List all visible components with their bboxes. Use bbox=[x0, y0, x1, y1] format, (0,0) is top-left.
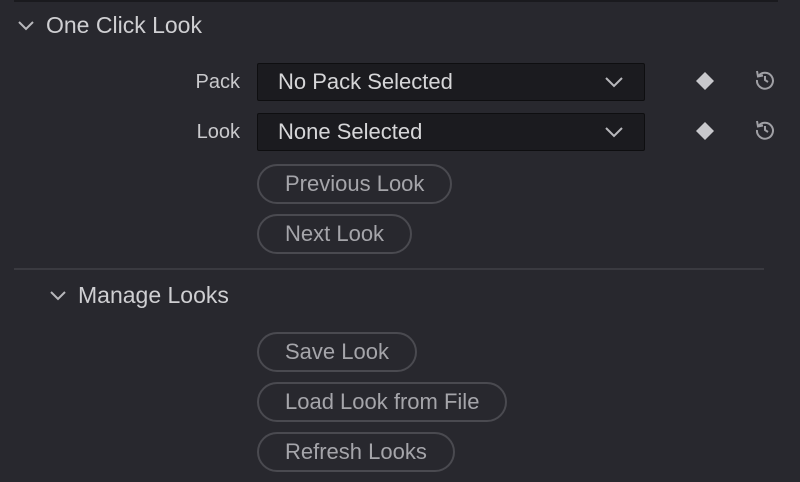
chevron-down-icon bbox=[50, 290, 66, 300]
refresh-looks-button[interactable]: Refresh Looks bbox=[257, 432, 455, 472]
one-click-look-title: One Click Look bbox=[46, 12, 202, 38]
section-divider bbox=[14, 268, 764, 270]
pack-dropdown-value: No Pack Selected bbox=[278, 69, 453, 94]
manage-looks-title: Manage Looks bbox=[78, 282, 229, 308]
look-dropdown-value: None Selected bbox=[278, 119, 423, 144]
one-click-look-header[interactable]: One Click Look bbox=[16, 12, 202, 39]
chevron-down-icon bbox=[605, 127, 623, 138]
reset-icon[interactable] bbox=[753, 68, 777, 92]
look-label: Look bbox=[196, 121, 240, 143]
keyframe-diamond-icon[interactable] bbox=[693, 119, 717, 143]
one-click-look-panel: One Click Look Pack No Pack Selected Loo… bbox=[0, 0, 800, 482]
chevron-down-icon bbox=[18, 20, 34, 30]
save-look-button[interactable]: Save Look bbox=[257, 332, 417, 372]
next-look-button[interactable]: Next Look bbox=[257, 214, 413, 254]
load-look-from-file-button[interactable]: Load Look from File bbox=[257, 382, 508, 422]
reset-icon[interactable] bbox=[753, 118, 777, 142]
look-dropdown[interactable]: None Selected bbox=[257, 113, 645, 151]
chevron-down-icon bbox=[605, 77, 623, 88]
top-border bbox=[14, 0, 778, 2]
previous-look-button[interactable]: Previous Look bbox=[257, 164, 453, 204]
keyframe-diamond-icon[interactable] bbox=[693, 69, 717, 93]
manage-looks-header[interactable]: Manage Looks bbox=[48, 282, 229, 309]
pack-label: Pack bbox=[195, 71, 240, 93]
pack-dropdown[interactable]: No Pack Selected bbox=[257, 63, 645, 101]
